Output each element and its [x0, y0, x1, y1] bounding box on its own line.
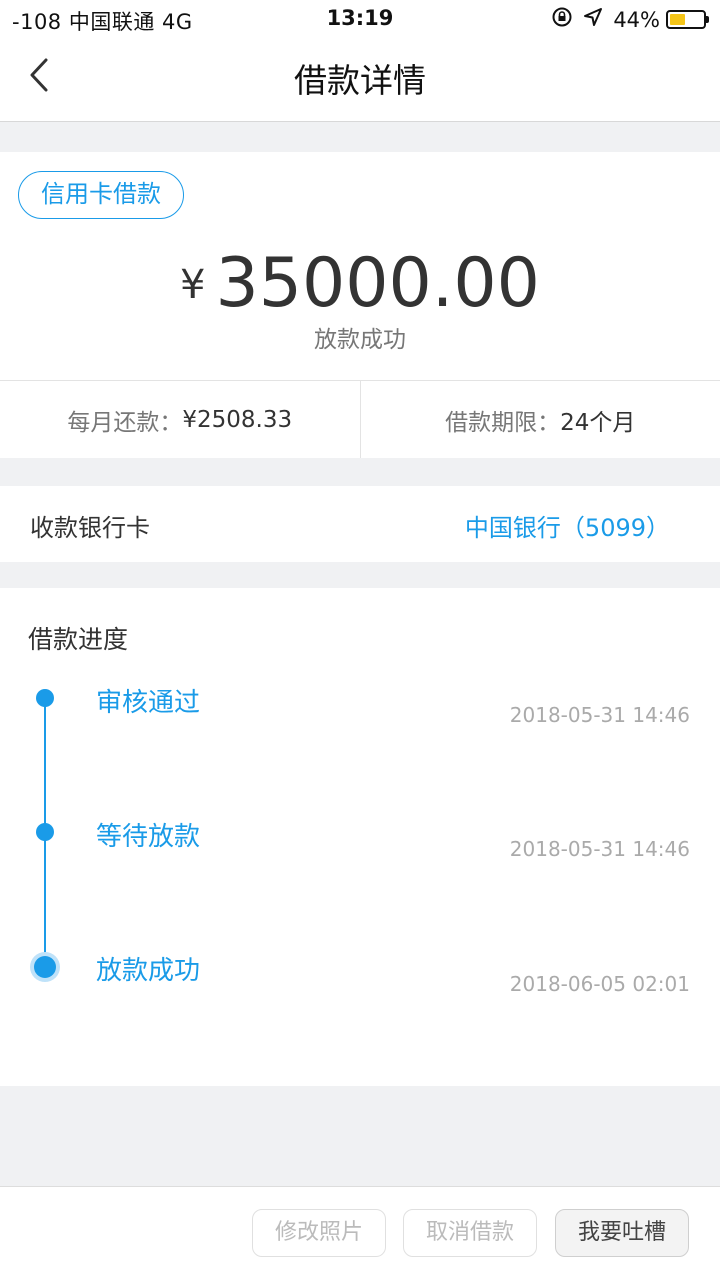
loan-summary: 每月还款： ¥2508.33 借款期限： 24个月 [0, 380, 720, 458]
bank-card-label: 收款银行卡 [30, 514, 150, 542]
amount-value: 35000.00 [215, 244, 540, 323]
step-label: 审核通过 [96, 688, 201, 718]
step-time: 2018-06-05 02:01 [509, 972, 690, 996]
step-label: 等待放款 [96, 822, 201, 852]
timeline-dot-current [34, 956, 56, 978]
currency-symbol: ¥ [180, 262, 206, 308]
loan-type-tag: 信用卡借款 [18, 171, 184, 219]
loan-term-label: 借款期限： [445, 409, 561, 436]
progress-title: 借款进度 [28, 625, 129, 654]
loan-term: 借款期限： 24个月 [361, 381, 720, 458]
monthly-payment: 每月还款： ¥2508.33 [0, 381, 360, 458]
location-arrow-icon [583, 7, 603, 32]
cancel-loan-button[interactable]: 取消借款 [403, 1209, 537, 1257]
loan-status: 放款成功 [314, 327, 406, 353]
monthly-payment-label: 每月还款： [67, 409, 183, 436]
step-label: 放款成功 [96, 956, 201, 986]
monthly-payment-value: ¥2508.33 [182, 406, 293, 433]
timeline-dot [36, 823, 54, 841]
loan-progress: 借款进度 审核通过 2018-05-31 14:46 等待放款 2018-05-… [0, 588, 720, 1086]
nav-bar: 借款详情 [0, 40, 720, 122]
loan-amount: ¥35000.00 [0, 244, 720, 323]
status-right: 44% [551, 6, 709, 33]
edit-photo-button[interactable]: 修改照片 [252, 1209, 386, 1257]
loan-card: 信用卡借款 ¥35000.00 放款成功 [0, 152, 720, 380]
feedback-button[interactable]: 我要吐槽 [555, 1209, 689, 1257]
timeline-dot [36, 689, 54, 707]
status-bar: -108 中国联通 4G 13:19 44% [0, 0, 720, 40]
bank-card-value: 中国银行（5099） [464, 514, 670, 542]
bank-card-row[interactable]: 收款银行卡 中国银行（5099） [0, 486, 720, 562]
battery-percent: 44% [613, 7, 660, 32]
bottom-action-bar: 修改照片 取消借款 我要吐槽 [0, 1186, 720, 1280]
loan-term-value: 24个月 [560, 409, 636, 436]
step-time: 2018-05-31 14:46 [509, 837, 690, 861]
page-title: 借款详情 [294, 61, 426, 100]
rotation-lock-icon [551, 6, 573, 33]
battery-icon [666, 10, 709, 29]
step-time: 2018-05-31 14:46 [509, 703, 690, 727]
